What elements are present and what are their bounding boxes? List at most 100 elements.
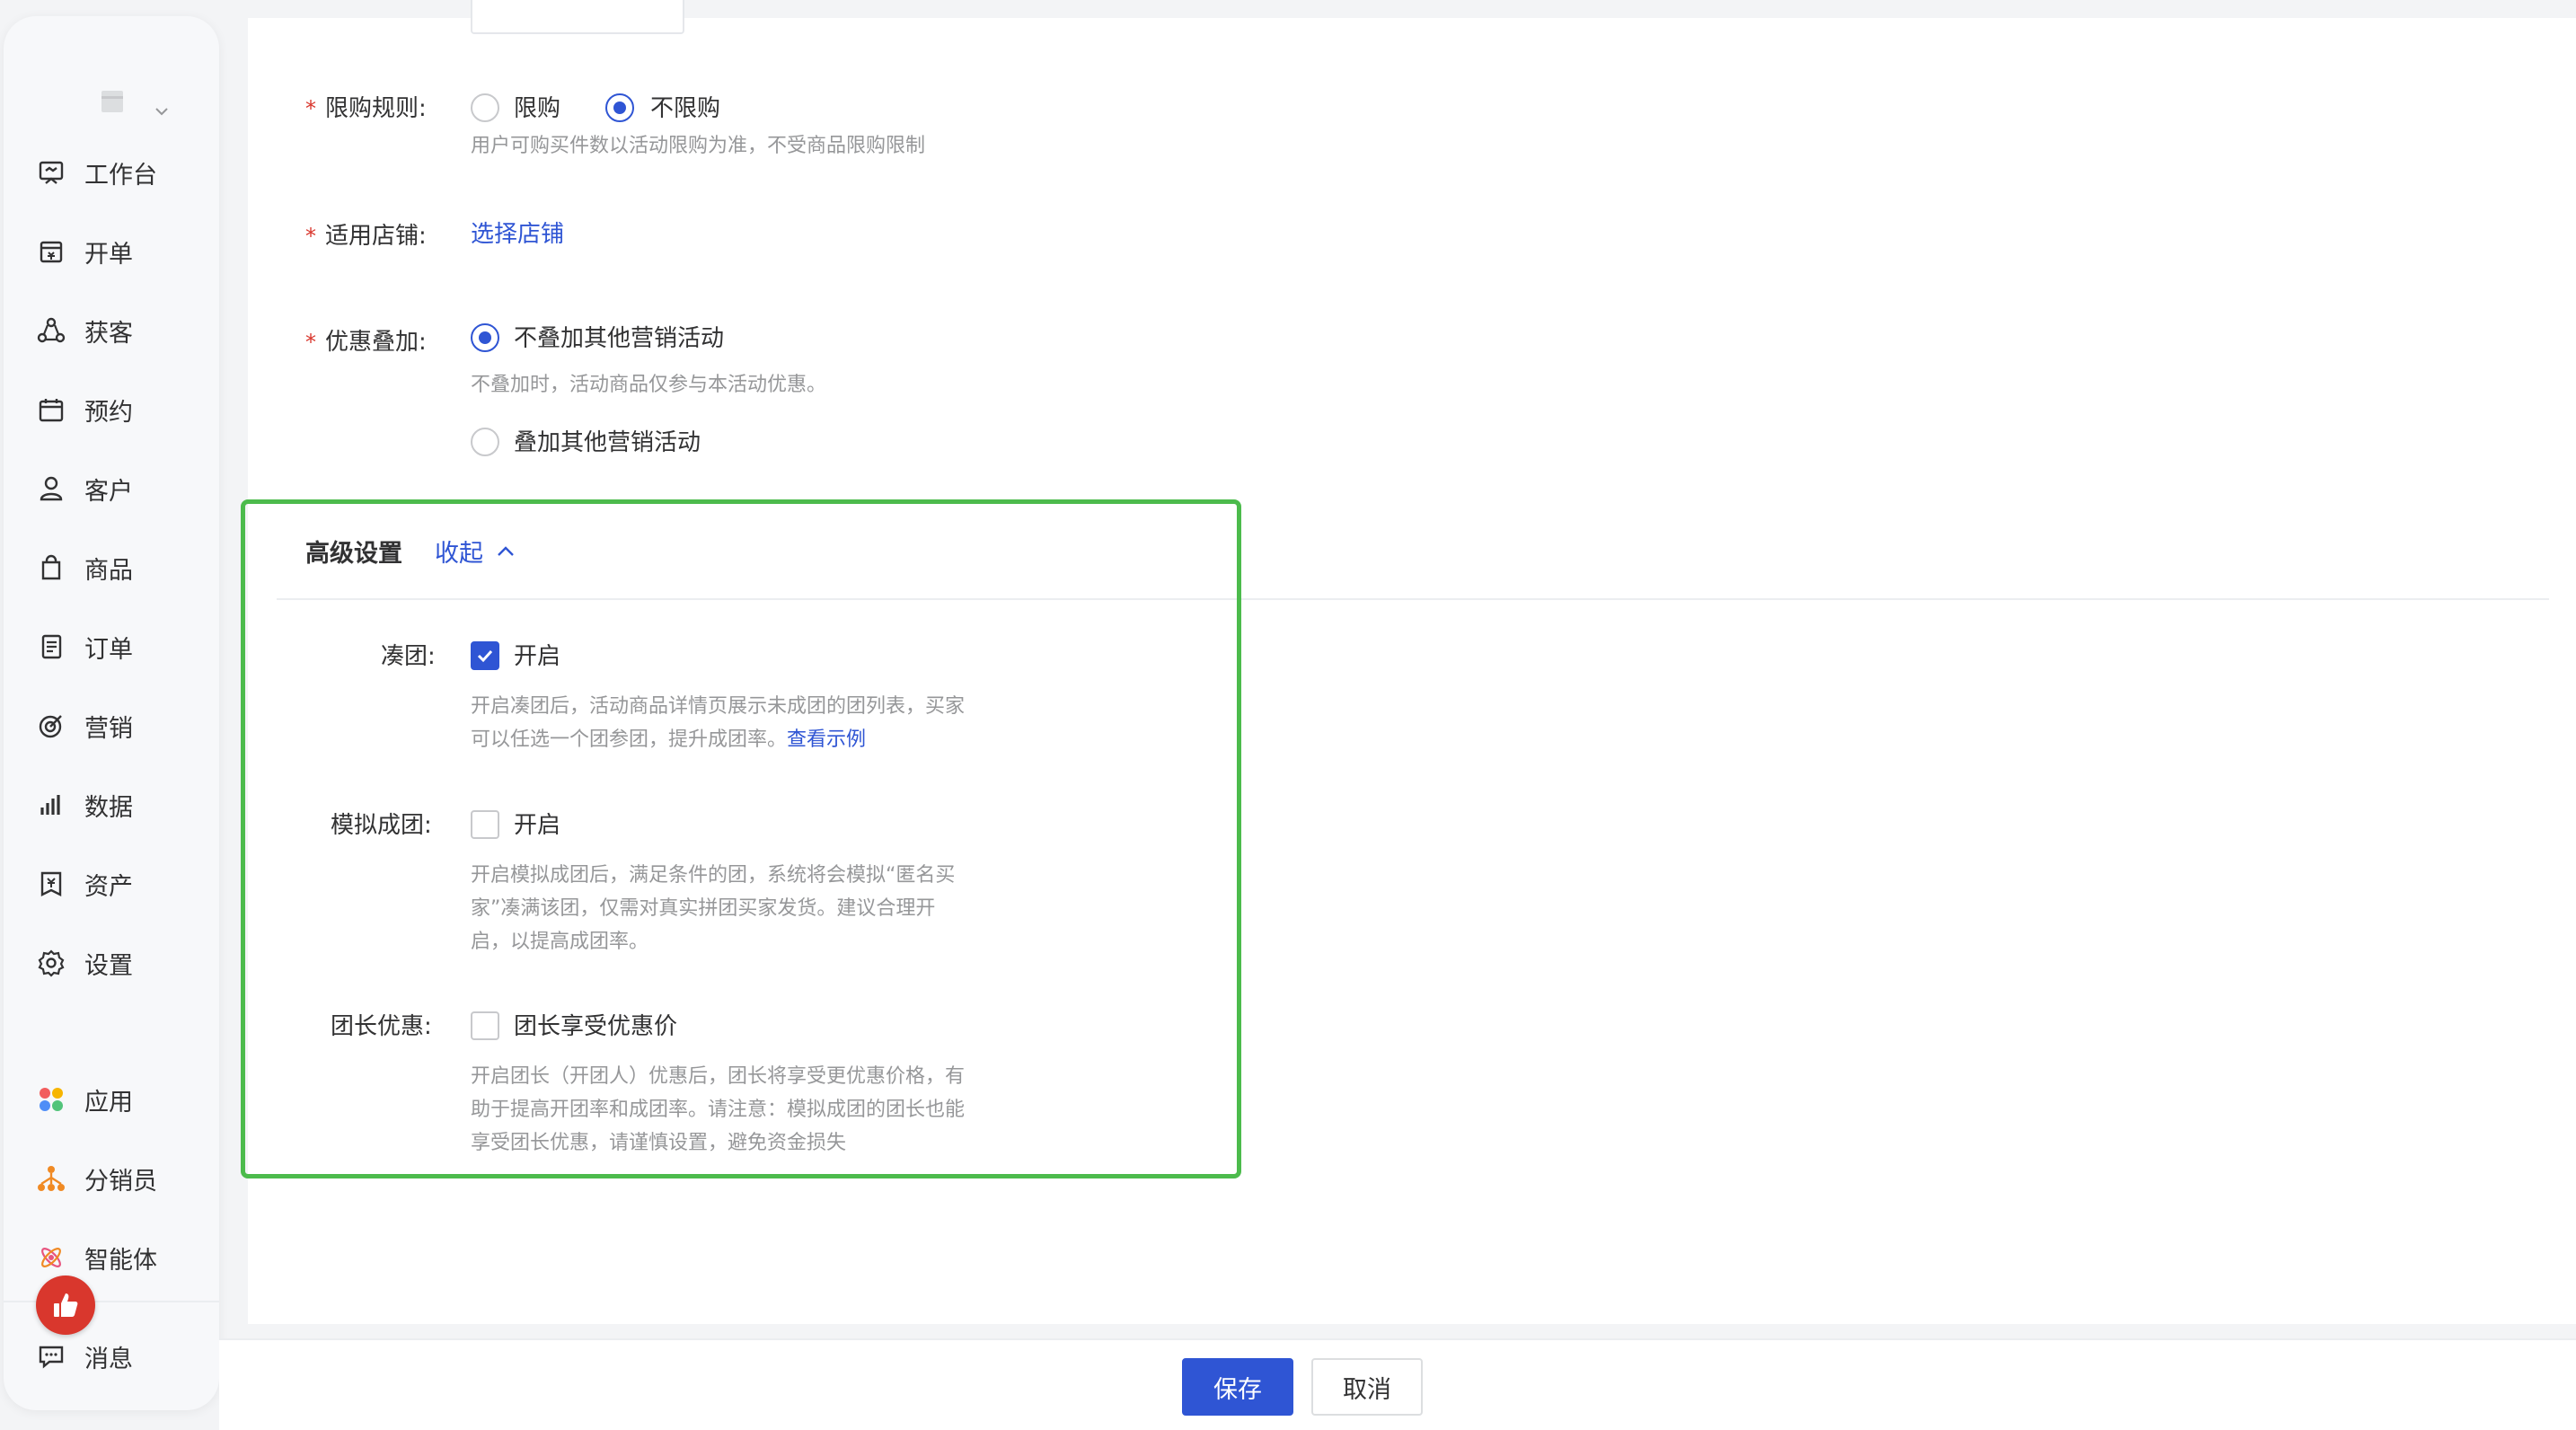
leader-discount-checkbox-label[interactable]: 团长享受优惠价 bbox=[514, 1008, 677, 1041]
required-mark: * bbox=[305, 96, 316, 121]
purchase-limit-label-text: 限购规则: bbox=[325, 95, 427, 122]
chevron-up-icon bbox=[498, 545, 514, 556]
sidebar-item-customer[interactable]: 客户 bbox=[36, 463, 207, 514]
sidebar-item-assets[interactable]: 资产 bbox=[36, 859, 207, 909]
group-join-checkbox[interactable] bbox=[471, 641, 499, 670]
chevron-down-icon bbox=[155, 108, 168, 116]
group-join-checkbox-label[interactable]: 开启 bbox=[514, 638, 560, 671]
bag-icon bbox=[36, 552, 66, 583]
simulate-checkbox[interactable] bbox=[471, 810, 499, 839]
save-button[interactable]: 保存 bbox=[1182, 1358, 1293, 1416]
sidebar-item-label: 消息 bbox=[84, 1345, 133, 1373]
distributor-icon bbox=[36, 1163, 66, 1194]
radio-stacking-label[interactable]: 叠加其他营销活动 bbox=[514, 424, 701, 457]
sidebar-item-workbench[interactable]: 工作台 bbox=[36, 147, 207, 198]
cancel-button[interactable]: 取消 bbox=[1311, 1358, 1423, 1416]
check-icon bbox=[477, 649, 493, 663]
purchase-limit-hint: 用户可购买件数以活动限购为准，不受商品限购限制 bbox=[471, 135, 926, 157]
group-join-hint: 开启凑团后，活动商品详情页展示未成团的团列表，买家 可以任选一个团参团，提升成团… bbox=[471, 690, 1028, 756]
leader-discount-hint: 开启团长（开团人）优惠后，团长将享受更优惠价格，有 助于提高开团率和成团率。请注… bbox=[471, 1060, 1028, 1160]
workbench-icon bbox=[36, 157, 66, 188]
asset-icon bbox=[36, 869, 66, 899]
sidebar: 工作台 开单 获客 预约 客户 商品 订单 营销 数据 资产 设置 应用 分销员… bbox=[4, 16, 219, 1410]
agent-icon bbox=[36, 1242, 66, 1273]
sidebar-item-booking[interactable]: 预约 bbox=[36, 384, 207, 435]
view-example-link[interactable]: 查看示例 bbox=[787, 728, 866, 751]
sidebar-item-distributor[interactable]: 分销员 bbox=[36, 1153, 207, 1204]
hint-line: 开启凑团后，活动商品详情页展示未成团的团列表，买家 bbox=[471, 695, 966, 718]
store-icon bbox=[101, 91, 123, 112]
sidebar-item-label: 数据 bbox=[84, 793, 133, 822]
hint-line: 享受团长优惠，请谨慎设置，避免资金损失 bbox=[471, 1132, 847, 1154]
radio-limit-label[interactable]: 限购 bbox=[514, 90, 560, 123]
radio-no-limit[interactable] bbox=[605, 93, 634, 122]
purchase-limit-label: * 限购规则: bbox=[305, 90, 427, 123]
stacking-hint: 不叠加时，活动商品仅参与本活动优惠。 bbox=[471, 374, 827, 396]
sidebar-item-label: 客户 bbox=[84, 477, 133, 506]
hint-line: 开启团长（开团人）优惠后，团长将享受更优惠价格，有 bbox=[471, 1065, 966, 1088]
simulate-checkbox-label[interactable]: 开启 bbox=[514, 807, 560, 840]
section-divider bbox=[277, 598, 2549, 600]
radio-stacking[interactable] bbox=[471, 428, 499, 456]
acquire-icon bbox=[36, 315, 66, 346]
main-content: * 限购规则: 限购 不限购 用户可购买件数以活动限购为准，不受商品限购限制 * 适… bbox=[248, 0, 2576, 1324]
sidebar-item-cashier[interactable]: 开单 bbox=[36, 226, 207, 277]
user-icon bbox=[36, 473, 66, 504]
hint-line: 启，以提高成团率。 bbox=[471, 931, 649, 953]
sidebar-item-label: 设置 bbox=[84, 951, 133, 980]
collapse-toggle[interactable]: 收起 bbox=[435, 534, 516, 569]
sidebar-item-label: 资产 bbox=[84, 872, 133, 901]
leader-discount-label: 团长优惠: bbox=[331, 1013, 432, 1040]
simulate-label: 模拟成团: bbox=[331, 812, 432, 839]
gear-icon bbox=[36, 948, 66, 978]
sidebar-item-marketing[interactable]: 营销 bbox=[36, 701, 207, 751]
sidebar-item-apps[interactable]: 应用 bbox=[36, 1074, 207, 1125]
leader-discount-checkbox[interactable] bbox=[471, 1011, 499, 1040]
sidebar-item-label: 分销员 bbox=[84, 1167, 157, 1196]
required-mark: * bbox=[305, 224, 316, 249]
group-join-label: 凑团: bbox=[381, 643, 436, 670]
sidebar-item-messages[interactable]: 消息 bbox=[36, 1331, 207, 1381]
sidebar-item-label: 应用 bbox=[84, 1088, 133, 1117]
order-icon bbox=[36, 631, 66, 662]
footer-actions: 保存 取消 bbox=[219, 1338, 2576, 1430]
sidebar-item-label: 获客 bbox=[84, 319, 133, 348]
stores-label-text: 适用店铺: bbox=[325, 223, 427, 250]
sidebar-item-acquire[interactable]: 获客 bbox=[36, 305, 207, 356]
radio-no-stacking[interactable] bbox=[471, 323, 499, 352]
sidebar-item-label: 工作台 bbox=[84, 161, 157, 190]
required-mark: * bbox=[305, 330, 316, 355]
sidebar-item-label: 订单 bbox=[84, 635, 133, 664]
like-button[interactable] bbox=[36, 1276, 95, 1335]
sidebar-item-orders[interactable]: 订单 bbox=[36, 622, 207, 672]
sidebar-item-data[interactable]: 数据 bbox=[36, 780, 207, 830]
sidebar-item-label: 预约 bbox=[84, 398, 133, 427]
hint-line: 助于提高开团率和成团率。请注意：模拟成团的团长也能 bbox=[471, 1099, 966, 1121]
select-stores-link[interactable]: 选择店铺 bbox=[471, 216, 564, 249]
hint-line: 家”凑满该团，仅需对真实拼团买家发货。建议合理开 bbox=[471, 897, 936, 920]
cashier-icon bbox=[36, 236, 66, 267]
sidebar-item-goods[interactable]: 商品 bbox=[36, 543, 207, 593]
sidebar-item-settings[interactable]: 设置 bbox=[36, 938, 207, 988]
partial-input-field[interactable] bbox=[471, 0, 684, 34]
calendar-icon bbox=[36, 394, 66, 425]
marketing-icon bbox=[36, 711, 66, 741]
hint-line: 可以任选一个团参团，提升成团率。查看示例 bbox=[471, 723, 1028, 756]
sidebar-item-label: 营销 bbox=[84, 714, 133, 743]
thumbs-up-icon bbox=[54, 1293, 78, 1317]
message-icon bbox=[36, 1341, 66, 1372]
simulate-hint: 开启模拟成团后，满足条件的团，系统将会模拟“匿名买 家”凑满该团，仅需对真实拼团… bbox=[471, 859, 1028, 958]
radio-limit[interactable] bbox=[471, 93, 499, 122]
hint-line: 开启模拟成团后，满足条件的团，系统将会模拟“匿名买 bbox=[471, 864, 956, 887]
sidebar-item-label: 开单 bbox=[84, 240, 133, 269]
stacking-label-text: 优惠叠加: bbox=[325, 329, 427, 356]
stacking-label: * 优惠叠加: bbox=[305, 323, 427, 357]
collapse-label: 收起 bbox=[435, 540, 483, 568]
stores-label: * 适用店铺: bbox=[305, 217, 427, 251]
apps-icon bbox=[36, 1084, 66, 1115]
store-switcher[interactable] bbox=[93, 75, 183, 129]
radio-no-stacking-label[interactable]: 不叠加其他营销活动 bbox=[514, 320, 724, 353]
radio-no-limit-label[interactable]: 不限购 bbox=[650, 90, 720, 123]
hint-text: 可以任选一个团参团，提升成团率。 bbox=[471, 728, 788, 751]
sidebar-item-label: 智能体 bbox=[84, 1246, 157, 1275]
